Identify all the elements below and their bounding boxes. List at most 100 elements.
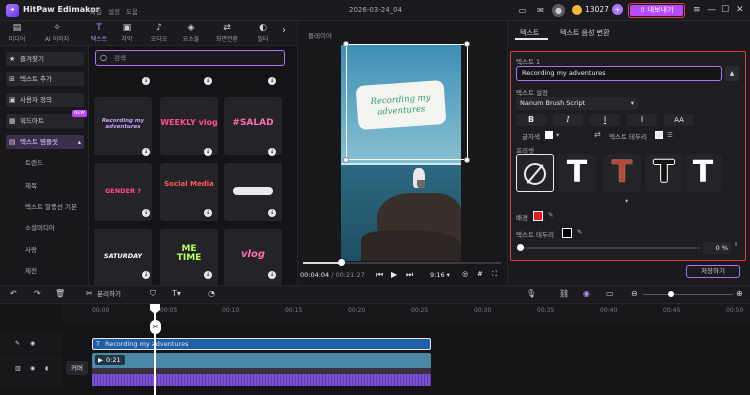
monitor-icon[interactable]: ▭ (516, 4, 529, 17)
menu-help[interactable]: 도움 (126, 6, 138, 16)
resize-handle[interactable] (343, 157, 349, 163)
split-button[interactable]: 분리하기 (97, 289, 121, 299)
preset-none[interactable] (516, 154, 554, 192)
playback-handle[interactable] (337, 259, 345, 266)
opacity-value[interactable]: 0 % (703, 242, 731, 254)
download-icon[interactable]: ↓ (142, 148, 150, 156)
add-coins-button[interactable]: + (612, 4, 623, 15)
resize-handle[interactable] (464, 41, 470, 47)
download-icon[interactable]: ↓ (204, 148, 212, 156)
close-icon[interactable]: ✕ (736, 5, 744, 15)
download-icon[interactable]: ↓ (142, 209, 150, 217)
export-button[interactable]: ⇧ 내보내기 (628, 3, 685, 18)
underline-button[interactable]: I (590, 114, 620, 126)
eye-icon[interactable]: ◉ (30, 364, 35, 374)
download-icon[interactable]: ↓ (142, 77, 150, 85)
subcategory-social[interactable]: 소셜미디어 (25, 222, 55, 232)
preset-bold[interactable]: T (684, 154, 722, 192)
menu-settings[interactable]: 설정 (108, 6, 120, 16)
tool-audio[interactable]: ♪ 오디오 (144, 21, 174, 46)
download-icon[interactable]: ↓ (142, 271, 150, 279)
opacity-slider-handle[interactable] (517, 244, 524, 251)
link-icon[interactable]: ⛓ (559, 289, 569, 299)
border-color-swatch[interactable] (655, 131, 663, 139)
italic-button[interactable]: I (553, 114, 583, 126)
magnet-icon[interactable]: ◉ (583, 289, 590, 299)
tab-tts[interactable]: 텍스트 음성 변환 (560, 28, 610, 38)
stroke-color-swatch[interactable] (562, 228, 572, 238)
sidebar-item-text-template[interactable]: ▤ 텍스트 템플릿 ▴ (6, 135, 84, 149)
chevron-up-icon[interactable]: ▲ (725, 66, 739, 81)
speed-icon[interactable]: ◔ (208, 289, 215, 299)
download-icon[interactable]: ↓ (268, 148, 276, 156)
download-icon[interactable]: ↓ (268, 271, 276, 279)
aspect-ratio-select[interactable]: 9:16 ▾ (430, 271, 450, 279)
template-tile[interactable]: #SALAD (224, 97, 282, 155)
search-input[interactable]: ○ 검색 (95, 50, 285, 66)
line-spacing-button[interactable]: I (627, 114, 657, 126)
swap-icon[interactable]: ⇄ (594, 130, 601, 139)
template-tile[interactable]: WEEKLY vlog (160, 97, 218, 155)
download-icon[interactable]: ↓ (268, 209, 276, 217)
selection-box[interactable] (346, 44, 468, 160)
tab-text[interactable]: 텍스트 (520, 28, 539, 38)
tool-subtitle[interactable]: ▣ 자막 (112, 21, 142, 46)
resize-handle[interactable] (464, 157, 470, 163)
tool-text[interactable]: T 텍스트 (84, 21, 114, 46)
prev-frame-icon[interactable]: ⏮ (376, 270, 383, 280)
preset-outline[interactable]: T (645, 154, 683, 192)
chevron-down-icon[interactable]: ▾ (556, 131, 559, 139)
stepper-icon[interactable]: ⇕ (734, 242, 738, 248)
fullscreen-icon[interactable]: ⛶ (492, 270, 497, 279)
chevron-right-icon[interactable]: › (282, 25, 286, 36)
sidebar-item-add-text[interactable]: ⊞ 텍스트 추가 (6, 72, 84, 86)
preset-white[interactable]: T (558, 154, 596, 192)
cover-button[interactable]: 커버 (66, 361, 88, 375)
opacity-slider[interactable] (521, 247, 701, 249)
microphone-icon[interactable]: 🎙 (526, 289, 536, 299)
border-width-icon[interactable]: ☰ (667, 131, 673, 139)
font-select[interactable]: Nanum Brush Script ▾ (516, 97, 638, 110)
grid-icon[interactable]: # (477, 270, 483, 278)
subcategory-love[interactable]: 사랑 (25, 244, 37, 254)
play-icon[interactable]: ▶ (391, 270, 397, 279)
eyedropper-icon[interactable]: ✎ (548, 211, 553, 219)
volume-icon[interactable]: ◖ (45, 364, 48, 374)
download-icon[interactable]: ↓ (204, 77, 212, 85)
background-color-swatch[interactable] (533, 211, 543, 221)
playhead[interactable] (154, 304, 156, 395)
avatar[interactable]: ● (552, 4, 565, 17)
text-content-input[interactable]: Recording my adventures (516, 66, 722, 81)
sidebar-item-custom[interactable]: ▣ 사용자 정의 (6, 93, 84, 107)
screenshot-icon[interactable]: ◎ (462, 270, 468, 278)
tool-ai-image[interactable]: ✧ AI 이미지 (42, 21, 72, 46)
sidebar-item-favorites[interactable]: ★ 즐겨찾기 (6, 52, 84, 66)
undo-icon[interactable]: ↶ (10, 289, 17, 299)
zoom-slider[interactable] (643, 294, 733, 295)
pin-icon[interactable]: ✎ (15, 339, 20, 349)
caption-icon[interactable]: ▭ (606, 289, 614, 299)
text-color-swatch[interactable] (545, 131, 553, 139)
eyedropper-icon[interactable]: ✎ (577, 228, 582, 236)
zoom-in-icon[interactable]: ⊕ (736, 289, 743, 299)
tool-elements[interactable]: ◈ 요소들 (176, 21, 206, 46)
eye-icon[interactable]: ◉ (30, 339, 35, 349)
template-tile[interactable]: Recording my adventures (94, 97, 152, 155)
subcategory-bubble[interactable]: 텍스트 말풍선 기본 (25, 201, 77, 211)
redo-icon[interactable]: ↷ (34, 289, 41, 299)
lock-icon[interactable]: ▥ (15, 364, 21, 374)
subcategory-holiday[interactable]: 제전 (25, 265, 37, 275)
next-frame-icon[interactable]: ⏭ (406, 270, 413, 280)
save-button[interactable]: 저장하기 (686, 265, 740, 278)
zoom-out-icon[interactable]: ⊖ (631, 289, 638, 299)
tool-media[interactable]: ▤ 미디어 (2, 21, 32, 46)
text-style-icon[interactable]: T▾ (172, 289, 181, 299)
preset-brown[interactable]: T (603, 154, 641, 192)
download-icon[interactable]: ↓ (268, 77, 276, 85)
subcategory-title[interactable]: 제목 (25, 180, 37, 190)
download-icon[interactable]: ↓ (204, 271, 212, 279)
delete-icon[interactable]: 🗑 (55, 289, 65, 299)
chevron-down-icon[interactable]: ▾ (625, 197, 628, 205)
bold-button[interactable]: B (516, 114, 546, 126)
case-button[interactable]: AA (664, 114, 694, 126)
